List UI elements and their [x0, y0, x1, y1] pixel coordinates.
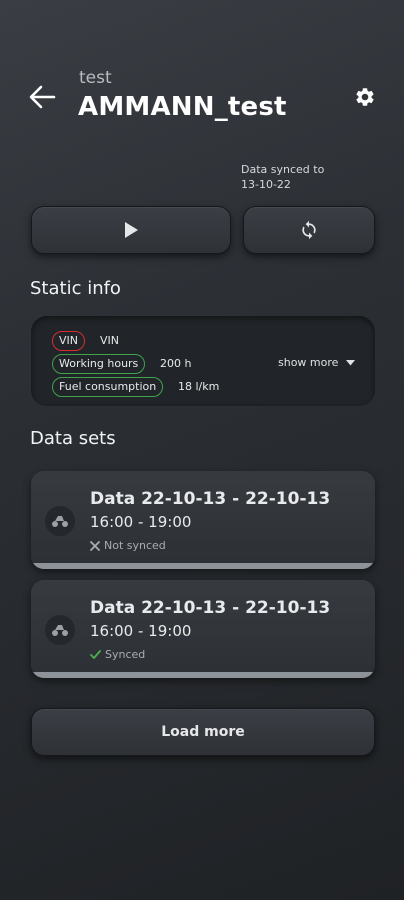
static-info-title: Static info: [30, 278, 121, 299]
roller-machine-icon: [52, 516, 68, 527]
sync-info: Data synced to 13-10-22: [241, 162, 324, 192]
settings-button[interactable]: [354, 86, 376, 108]
vin-chip: VIN: [52, 331, 85, 351]
show-more-label: show more: [278, 356, 339, 369]
show-more-button[interactable]: show more: [278, 356, 356, 369]
working-hours-chip: Working hours: [52, 354, 146, 374]
machine-subtitle: test: [79, 68, 112, 88]
working-hours-value: 200 h: [160, 357, 192, 370]
page-title: AMMANN_test: [78, 92, 287, 122]
card-bottom-bar: [31, 563, 375, 569]
arrow-left-icon: [29, 85, 56, 109]
sync-button[interactable]: [243, 206, 375, 254]
sync-icon: [302, 220, 316, 240]
vin-value: VIN: [100, 334, 119, 347]
data-set-card[interactable]: Data 22-10-13 - 22-10-13 16:00 - 19:00 N…: [31, 471, 375, 569]
back-button[interactable]: [28, 84, 56, 110]
data-set-status: Not synced: [90, 539, 166, 552]
data-set-time: 16:00 - 19:00: [90, 622, 192, 640]
data-set-status-label: Not synced: [104, 539, 166, 552]
roller-machine-icon: [52, 625, 68, 636]
data-set-title: Data 22-10-13 - 22-10-13: [90, 489, 331, 509]
check-icon: [90, 649, 101, 659]
gear-icon: [356, 88, 374, 106]
data-set-title: Data 22-10-13 - 22-10-13: [90, 598, 331, 618]
fuel-consumption-chip: Fuel consumption: [52, 377, 164, 397]
data-sets-title: Data sets: [30, 428, 116, 449]
static-info-card: VIN VIN Working hours 200 h Fuel consump…: [31, 316, 375, 406]
machine-icon-badge: [45, 506, 75, 536]
play-icon: [125, 222, 138, 238]
fuel-consumption-value: 18 l/km: [178, 380, 220, 393]
sync-label: Data synced to: [241, 163, 325, 176]
card-bottom-bar: [31, 672, 375, 678]
data-set-time: 16:00 - 19:00: [90, 513, 192, 531]
load-more-label: Load more: [161, 724, 245, 740]
data-set-card[interactable]: Data 22-10-13 - 22-10-13 16:00 - 19:00 S…: [31, 580, 375, 678]
sync-date: 13-10-22: [241, 178, 291, 191]
data-set-status-label: Synced: [105, 648, 146, 661]
caret-down-icon: [346, 359, 356, 365]
play-button[interactable]: [31, 206, 231, 254]
data-set-status: Synced: [90, 648, 145, 661]
x-icon: [90, 540, 100, 551]
machine-icon-badge: [45, 615, 75, 645]
load-more-button[interactable]: Load more: [31, 708, 375, 756]
